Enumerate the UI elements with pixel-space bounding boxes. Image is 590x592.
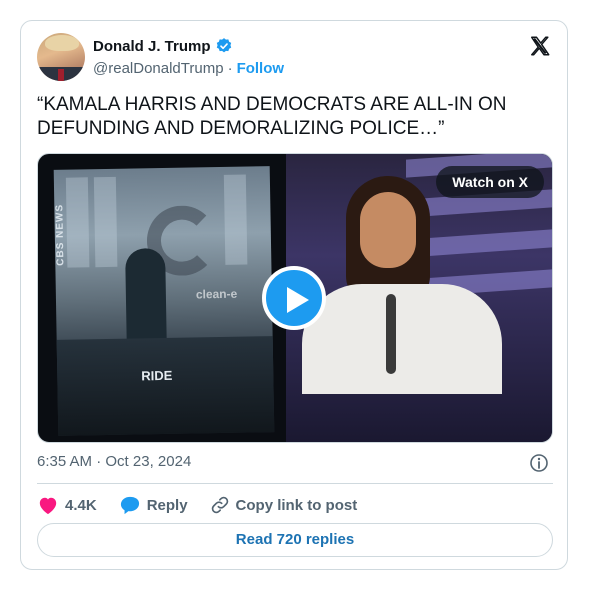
like-button[interactable]: 4.4K [37, 495, 97, 515]
building-shape [223, 174, 248, 265]
follow-button[interactable]: Follow [237, 60, 285, 77]
video-player[interactable]: CBS NEWS clean-e RIDE Watch on X [37, 153, 553, 443]
jacket-text: RIDE [141, 367, 173, 384]
tweet-actions: 4.4K Reply Copy link to post [37, 493, 379, 517]
x-logo-icon[interactable] [529, 35, 551, 57]
video-left-frame: CBS NEWS clean-e RIDE [53, 166, 275, 436]
author-name-row: Donald J. Trump [93, 37, 233, 55]
avatar-tie [58, 69, 64, 81]
reply-label: Reply [146, 496, 188, 514]
cbs-news-vertical-text: CBS NEWS [54, 203, 67, 266]
tweet-timestamp[interactable]: 6:35 AM · Oct 23, 2024 [37, 453, 191, 470]
building-shape [65, 177, 90, 268]
author-avatar[interactable] [37, 33, 85, 81]
copy-link-label: Copy link to post [235, 496, 358, 514]
copy-link-button[interactable]: Copy link to post [210, 495, 358, 515]
reply-bubble-icon [120, 496, 139, 515]
tweet-card: Donald J. Trump @realDonaldTrump · Follo… [20, 20, 568, 570]
watch-on-x-button[interactable]: Watch on X [436, 166, 544, 198]
timestamp-separator: · [96, 453, 102, 470]
divider [37, 483, 553, 484]
handle-separator: · [227, 60, 233, 77]
heart-icon [39, 497, 57, 515]
info-icon[interactable] [529, 453, 549, 473]
play-icon [287, 287, 309, 313]
author-display-name[interactable]: Donald J. Trump [93, 38, 211, 55]
speaker-jacket [302, 284, 502, 394]
tweet-date: Oct 23, 2024 [105, 453, 192, 470]
verified-badge-icon [215, 37, 233, 55]
microphone [386, 294, 396, 374]
play-button[interactable] [262, 266, 326, 330]
avatar-hair [45, 35, 79, 51]
clean-sign-text: clean-e [195, 286, 238, 302]
tweet-text: “KAMALA HARRIS AND DEMOCRATS ARE ALL-IN … [37, 94, 507, 139]
like-count: 4.4K [65, 496, 97, 514]
building-shape [93, 176, 118, 268]
reply-button[interactable]: Reply [119, 495, 188, 515]
crowd-shape [56, 336, 275, 436]
author-handle[interactable]: @realDonaldTrump [93, 60, 224, 77]
tweet-time: 6:35 AM [37, 453, 93, 470]
author-handle-row: @realDonaldTrump · Follow [93, 60, 284, 77]
speaker-face [360, 192, 416, 268]
link-icon [211, 496, 228, 514]
read-replies-button[interactable]: Read 720 replies [37, 523, 553, 557]
